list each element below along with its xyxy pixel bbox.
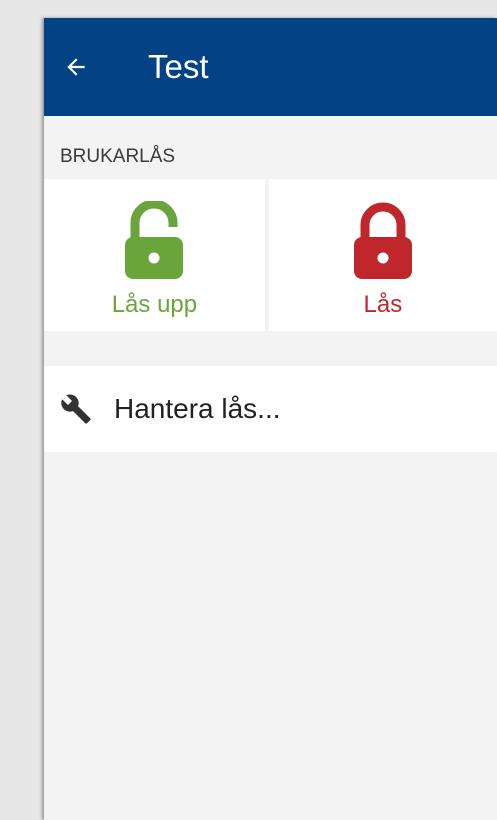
arrow-left-icon — [67, 58, 85, 76]
locked-padlock-icon — [353, 202, 412, 279]
app-bar: Test — [44, 18, 497, 116]
lock-label: Lås — [363, 291, 403, 318]
lock-button[interactable]: Lås — [268, 179, 497, 331]
unlock-label: Lås upp — [111, 291, 198, 318]
app-screen: Test BRUKARLÅS Lås upp Lås Hantera lås..… — [44, 18, 497, 820]
page-title: Test — [148, 48, 209, 85]
manage-locks-item[interactable]: Hantera lås... — [44, 366, 497, 452]
screenshot-frame: Test BRUKARLÅS Lås upp Lås Hantera lås..… — [0, 0, 497, 820]
wrench-icon — [61, 394, 91, 424]
unlocked-padlock-icon — [125, 201, 184, 279]
unlock-button[interactable]: Lås upp — [44, 179, 265, 331]
back-button[interactable] — [44, 18, 108, 116]
section-header: BRUKARLÅS — [60, 146, 176, 167]
lock-controls: Lås upp Lås — [44, 179, 497, 331]
manage-locks-label: Hantera lås... — [114, 393, 281, 424]
